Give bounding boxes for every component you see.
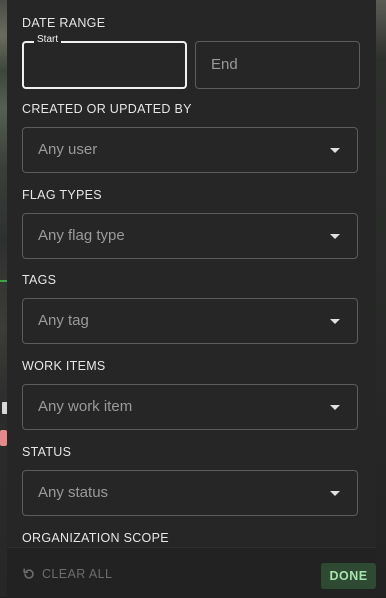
status-placeholder: Any status bbox=[38, 484, 109, 501]
clear-all-label: CLEAR ALL bbox=[42, 567, 113, 581]
done-button[interactable]: DONE bbox=[321, 563, 376, 589]
tags-label: TAGS bbox=[22, 273, 57, 287]
end-date-field[interactable]: End bbox=[195, 41, 360, 89]
caret-down-icon bbox=[330, 491, 340, 496]
created-by-label: CREATED OR UPDATED BY bbox=[22, 102, 192, 116]
start-date-field[interactable]: Start bbox=[22, 34, 187, 89]
status-select[interactable]: Any status bbox=[22, 470, 358, 516]
work-items-select[interactable]: Any work item bbox=[22, 384, 358, 430]
clear-all-button[interactable]: CLEAR ALL bbox=[22, 564, 112, 584]
created-by-select[interactable]: Any user bbox=[22, 127, 358, 173]
background-map-right bbox=[376, 0, 386, 597]
flag-types-placeholder: Any flag type bbox=[38, 227, 125, 244]
start-date-label: Start bbox=[34, 34, 62, 45]
tags-select[interactable]: Any tag bbox=[22, 298, 358, 344]
caret-down-icon bbox=[330, 405, 340, 410]
end-date-placeholder: End bbox=[211, 56, 238, 73]
filter-panel: DATE RANGE Start End CREATED OR UPDATED … bbox=[7, 0, 376, 598]
filter-footer: CLEAR ALL DONE bbox=[7, 547, 376, 598]
org-scope-label: ORGANIZATION SCOPE bbox=[22, 531, 169, 545]
date-range-label: DATE RANGE bbox=[22, 16, 106, 30]
caret-down-icon bbox=[330, 148, 340, 153]
flag-types-select[interactable]: Any flag type bbox=[22, 213, 358, 259]
created-by-placeholder: Any user bbox=[38, 141, 98, 158]
work-items-placeholder: Any work item bbox=[38, 398, 133, 415]
filter-scroll-area[interactable]: DATE RANGE Start End CREATED OR UPDATED … bbox=[7, 0, 376, 547]
caret-down-icon bbox=[330, 319, 340, 324]
map-marker bbox=[0, 430, 7, 446]
reset-icon bbox=[23, 568, 34, 579]
work-items-label: WORK ITEMS bbox=[22, 359, 106, 373]
flag-types-label: FLAG TYPES bbox=[22, 188, 102, 202]
caret-down-icon bbox=[330, 234, 340, 239]
status-label: STATUS bbox=[22, 445, 72, 459]
tags-placeholder: Any tag bbox=[38, 312, 89, 329]
